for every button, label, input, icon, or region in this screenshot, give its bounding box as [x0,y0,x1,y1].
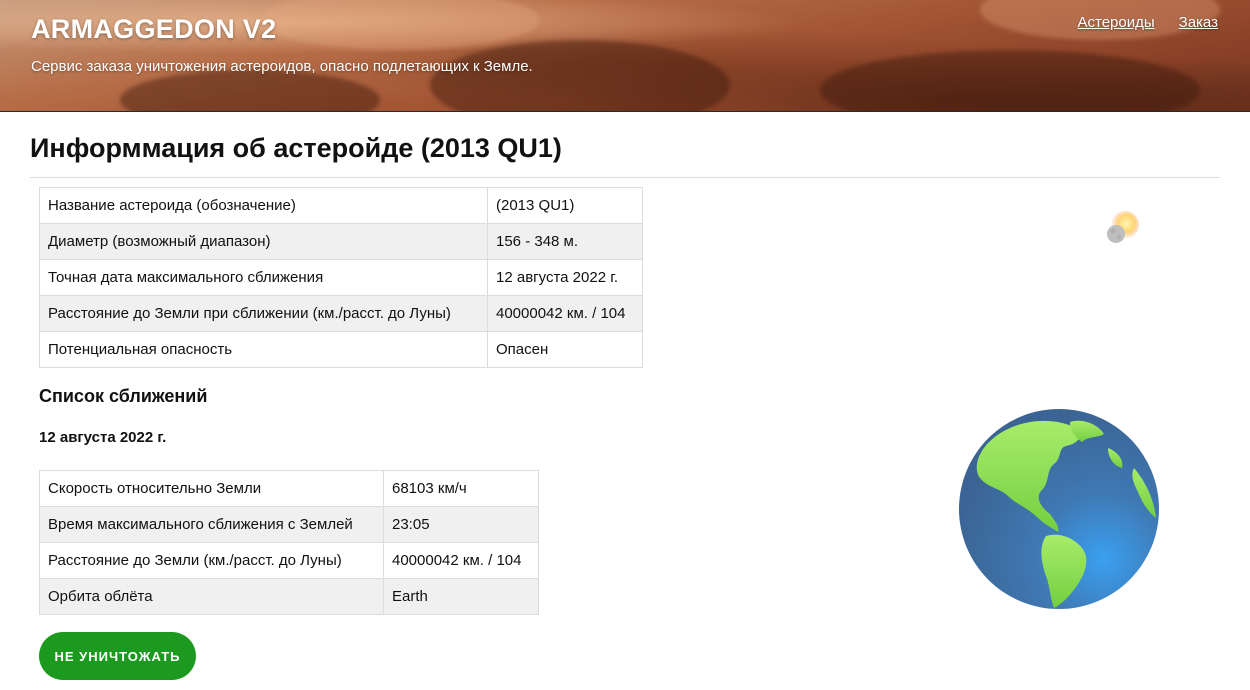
header-backdrop-shape [430,40,730,112]
table-cell-value: (2013 QU1) [487,187,643,224]
title-divider [30,177,1220,178]
table-cell-value: Опасен [487,331,643,368]
table-row: Диаметр (возможный диапазон) 156 - 348 м… [39,223,643,260]
site-header: ARMAGGEDON V2 Сервис заказа уничтожения … [0,0,1250,112]
main-nav: Астероиды Заказ [1077,14,1218,31]
asteroid-icon [1107,211,1139,243]
table-cell-label: Расстояние до Земли при сближении (км./р… [39,295,488,332]
table-cell-value: 156 - 348 м. [487,223,643,260]
table-row: Время максимального сближения с Землей 2… [39,506,539,543]
table-row: Орбита облёта Earth [39,578,539,615]
header-backdrop-shape [820,50,1200,112]
asteroid-info-table: Название астероида (обозначение) (2013 Q… [39,187,643,368]
nav-link-asteroids[interactable]: Астероиды [1077,14,1154,31]
table-cell-value: 68103 км/ч [383,470,539,507]
header-border [0,111,1250,112]
table-cell-value: 23:05 [383,506,539,543]
approach-table: Скорость относительно Земли 68103 км/ч В… [39,470,539,615]
table-cell-value: Earth [383,578,539,615]
table-cell-value: 40000042 км. / 104 [487,295,643,332]
table-row: Скорость относительно Земли 68103 км/ч [39,470,539,507]
table-cell-label: Точная дата максимального сближения [39,259,488,296]
header-backdrop-shape [120,70,380,112]
page-title: Информмация об астеройде (2013 QU1) [30,133,562,163]
table-cell-label: Время максимального сближения с Землей [39,506,384,543]
table-cell-label: Потенциальная опасность [39,331,488,368]
table-cell-label: Расстояние до Земли (км./расст. до Луны) [39,542,384,579]
brand-title[interactable]: ARMAGGEDON V2 [31,14,276,45]
table-row: Расстояние до Земли при сближении (км./р… [39,295,643,332]
approaches-section-title: Список сближений [39,386,208,406]
do-not-destroy-button[interactable]: НЕ УНИЧТОЖАТЬ [39,632,196,680]
approach-date: 12 августа 2022 г. [39,429,167,446]
table-row: Точная дата максимального сближения 12 а… [39,259,643,296]
table-row: Потенциальная опасность Опасен [39,331,643,368]
table-cell-value: 12 августа 2022 г. [487,259,643,296]
header-backdrop-shape [260,0,540,50]
nav-link-order[interactable]: Заказ [1179,14,1218,31]
table-cell-label: Скорость относительно Земли [39,470,384,507]
table-cell-label: Орбита облёта [39,578,384,615]
table-cell-label: Название астероида (обозначение) [39,187,488,224]
earth-icon [959,409,1159,609]
brand-tagline: Сервис заказа уничтожения астероидов, оп… [31,58,533,75]
table-row: Название астероида (обозначение) (2013 Q… [39,187,643,224]
table-cell-label: Диаметр (возможный диапазон) [39,223,488,260]
table-cell-value: 40000042 км. / 104 [383,542,539,579]
table-row: Расстояние до Земли (км./расст. до Луны)… [39,542,539,579]
